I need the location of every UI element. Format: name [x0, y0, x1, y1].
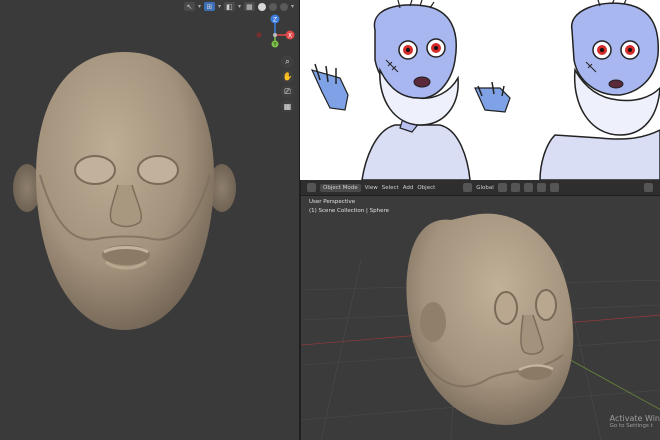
orientation-icon — [463, 183, 473, 192]
watermark-title: Activate Win — [609, 414, 660, 423]
pan-hand-icon[interactable]: ✋ — [281, 70, 294, 83]
perspective-label: User Perspective — [309, 199, 356, 205]
snap-target-icon[interactable] — [523, 183, 533, 192]
zoom-icon[interactable]: ⌕ — [281, 55, 294, 68]
navigation-gizmo[interactable]: Z X Y — [250, 12, 300, 50]
camera-view-icon[interactable]: ⎚ — [281, 85, 294, 98]
menu-select[interactable]: Select — [382, 185, 399, 191]
viewport-info-text: User Perspective (1) Scene Collection | … — [309, 198, 389, 216]
cursor-icon[interactable]: ↖ — [183, 2, 195, 11]
xray-icon[interactable]: ◧ — [223, 2, 235, 11]
transform-orientation-select[interactable]: Global — [476, 185, 494, 191]
solid-shading-icon[interactable] — [257, 2, 266, 11]
rendered-shading-icon[interactable] — [279, 2, 288, 11]
menu-add[interactable]: Add — [403, 185, 414, 191]
chevron-down-icon: ▾ — [237, 3, 241, 10]
right-3d-viewport[interactable]: Object Mode View Select Add Object Globa… — [300, 180, 660, 440]
sculpted-head-front — [13, 52, 236, 330]
pivot-icon[interactable] — [497, 183, 507, 192]
overlay-icon[interactable]: ⊞ — [203, 2, 215, 11]
reference-image-panel — [300, 0, 660, 180]
viewport-header-toolbar: Object Mode View Select Add Object Globa… — [301, 180, 660, 196]
chevron-down-icon: ▾ — [290, 3, 294, 10]
proportional-edit-icon[interactable] — [536, 183, 546, 192]
editor-type-icon[interactable] — [307, 183, 316, 192]
left-3d-viewport[interactable]: ↖ ▾ ⊞ ▾ ◧ ▾ ▦ ▾ Z X Y ⌕ ✋ ⎚ ▦ — [0, 0, 300, 440]
perspective-scene — [301, 213, 660, 440]
menu-object[interactable]: Object — [417, 185, 435, 191]
gizmo-x-label: X — [288, 33, 292, 40]
gizmo-neg-x-axis[interactable] — [256, 32, 262, 38]
activate-windows-watermark: Activate Win Go to Settings t — [610, 414, 660, 429]
reference-character-right — [539, 0, 660, 180]
menu-view[interactable]: View — [365, 185, 378, 191]
reference-character-left — [310, 0, 511, 180]
watermark-subtitle: Go to Settings t — [609, 423, 653, 429]
chevron-down-icon: ▾ — [197, 3, 201, 10]
gizmo-z-label: Z — [273, 17, 277, 24]
perspective-grid-icon[interactable]: ▦ — [281, 100, 294, 113]
viewport-gizmo-icon[interactable] — [644, 183, 653, 192]
character-reference-art — [310, 0, 660, 180]
snap-icon[interactable] — [510, 183, 520, 192]
chevron-down-icon: ▾ — [217, 3, 221, 10]
mode-select[interactable]: Object Mode — [320, 183, 361, 192]
falloff-icon[interactable] — [549, 183, 559, 192]
collection-label: (1) Scene Collection | Sphere — [309, 208, 389, 214]
material-shading-icon[interactable] — [268, 2, 277, 11]
wireframe-shading-icon[interactable]: ▦ — [243, 2, 255, 11]
